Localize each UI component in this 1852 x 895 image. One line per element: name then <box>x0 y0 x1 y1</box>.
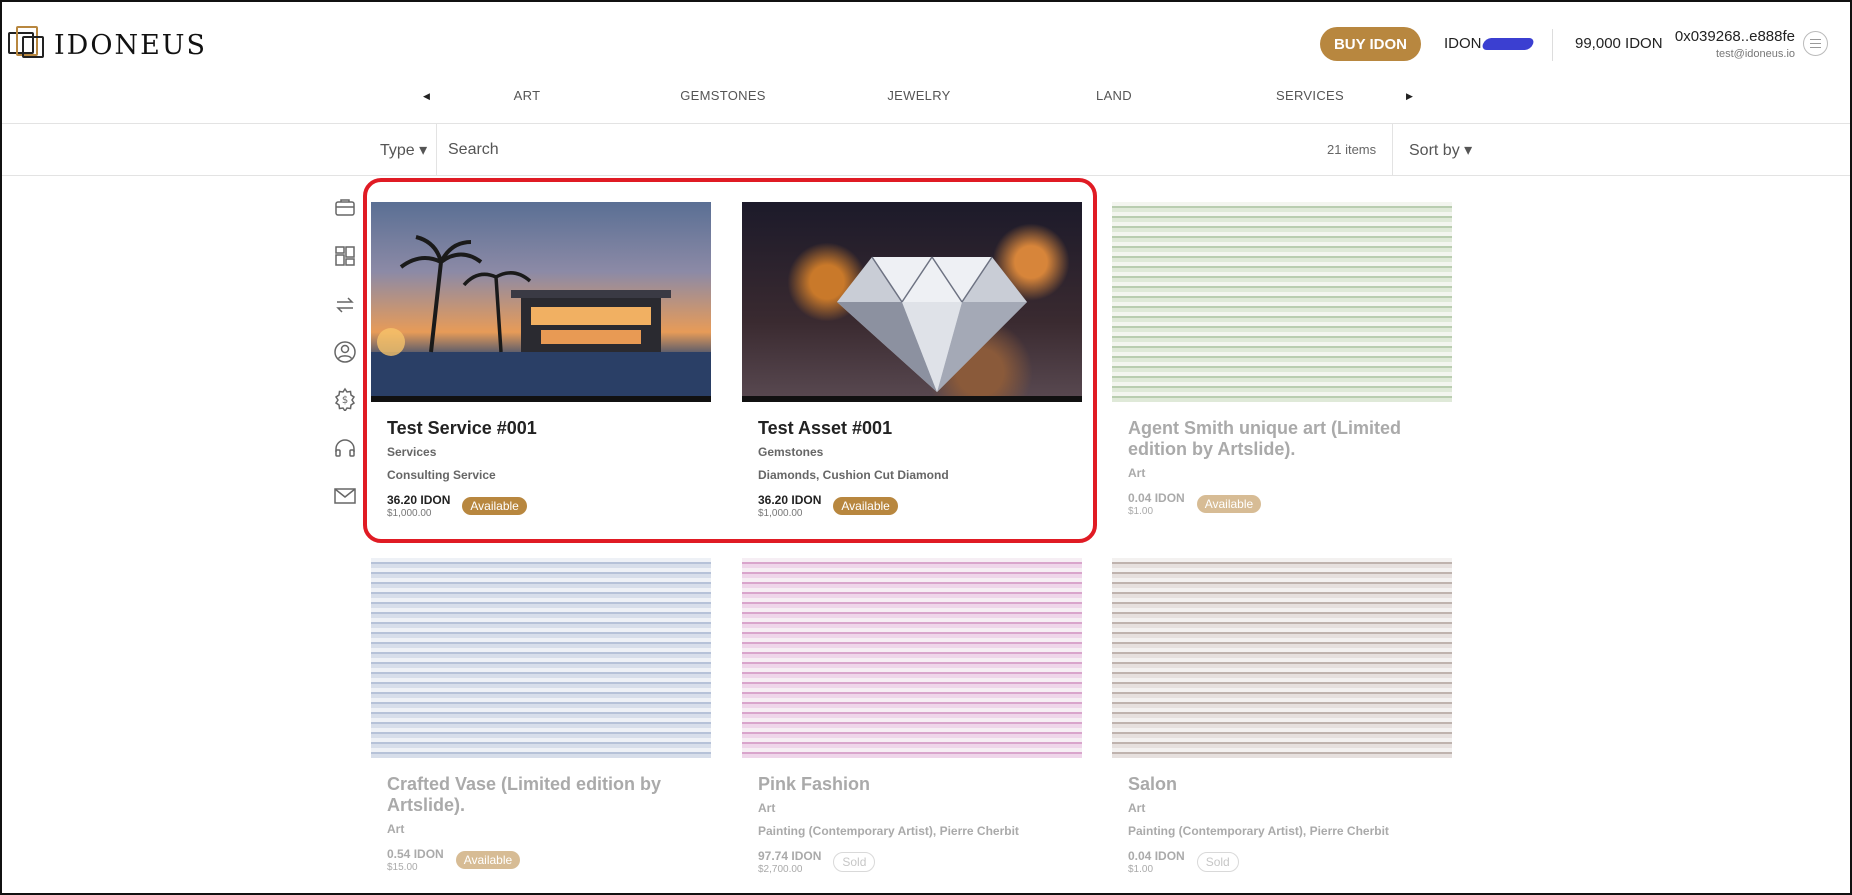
card-price: 36.20 IDON <box>758 493 822 507</box>
support-headset-icon[interactable] <box>333 436 357 460</box>
transfer-icon[interactable] <box>333 293 357 317</box>
card-usd: $1.00 <box>1128 506 1154 517</box>
asset-card[interactable]: Salon Art Painting (Contemporary Artist)… <box>1112 558 1452 875</box>
card-image <box>1112 202 1452 402</box>
asset-card[interactable]: Pink Fashion Art Painting (Contemporary … <box>742 558 1082 875</box>
card-image <box>742 202 1082 402</box>
status-badge: Available <box>1196 494 1262 513</box>
asset-card[interactable]: Test Service #001 Services Consulting Se… <box>371 202 711 519</box>
category-prev-icon[interactable]: ◀ <box>423 91 430 102</box>
search-input[interactable] <box>448 136 1308 164</box>
dashboard-icon[interactable] <box>333 244 357 268</box>
card-title: Test Asset #001 <box>758 418 893 438</box>
asset-card[interactable]: Crafted Vase (Limited edition by Artslid… <box>371 558 711 873</box>
card-price: 0.04 IDON <box>1128 491 1185 505</box>
divider <box>2 123 1850 124</box>
svg-text:$: $ <box>342 395 348 406</box>
token-label: IDON <box>1444 35 1482 52</box>
status-badge: Sold <box>1196 851 1239 872</box>
items-count: 21 items <box>1327 142 1377 157</box>
card-title: Crafted Vase (Limited edition by Artslid… <box>387 774 662 815</box>
briefcase-icon[interactable] <box>333 195 357 219</box>
asset-card[interactable]: Test Asset #001 Gemstones Diamonds, Cush… <box>742 202 1082 519</box>
category-art[interactable]: ART <box>514 88 541 103</box>
token-selector[interactable]: IDON <box>1444 35 1535 52</box>
card-subtitle: Painting (Contemporary Artist), Pierre C… <box>1128 824 1389 838</box>
card-category: Art <box>1128 466 1146 480</box>
status-badge: Available <box>833 496 898 515</box>
redaction-scribble <box>1480 37 1535 50</box>
profile-icon[interactable] <box>333 340 357 364</box>
card-usd: $1.00 <box>1128 864 1154 875</box>
user-email: test@idoneus.io <box>1715 48 1795 60</box>
brand-name: IDONEUS <box>54 29 208 61</box>
settings-dollar-icon[interactable]: $ <box>333 387 357 413</box>
status-badge: Available <box>462 496 527 515</box>
card-subtitle: Consulting Service <box>387 468 496 482</box>
category-jewelry[interactable]: JEWELRY <box>887 88 950 103</box>
card-image <box>371 202 711 402</box>
divider <box>2 175 1850 176</box>
card-price: 97.74 IDON <box>758 849 822 863</box>
asset-card[interactable]: Agent Smith unique art (Limited edition … <box>1112 202 1452 517</box>
card-usd: $15.00 <box>387 862 418 873</box>
card-subtitle: Diamonds, Cushion Cut Diamond <box>758 468 949 482</box>
category-gemstones[interactable]: GEMSTONES <box>680 88 766 103</box>
card-usd: $2,700.00 <box>758 864 803 875</box>
card-category: Art <box>758 801 776 815</box>
card-category: Art <box>1128 801 1146 815</box>
wallet-address: 0x039268..e888fe <box>1674 28 1795 45</box>
sort-dropdown[interactable]: Sort by ▾ <box>1409 140 1472 160</box>
card-category: Gemstones <box>758 445 824 459</box>
type-dropdown[interactable]: Type ▾ <box>380 140 427 160</box>
logo[interactable]: IDONEUS <box>8 26 207 64</box>
card-image <box>371 558 711 758</box>
card-subtitle: Painting (Contemporary Artist), Pierre C… <box>758 824 1019 838</box>
wallet-info[interactable]: 0x039268..e888fe test@idoneus.io <box>1675 28 1795 60</box>
card-image <box>742 558 1082 758</box>
card-title: Salon <box>1128 774 1178 794</box>
category-services[interactable]: SERVICES <box>1276 88 1344 103</box>
card-image <box>1112 558 1452 758</box>
filter-divider <box>1392 124 1393 176</box>
card-usd: $1,000.00 <box>387 508 432 519</box>
card-category: Art <box>387 822 405 836</box>
idoneus-logo-icon <box>8 26 46 64</box>
card-price: 0.04 IDON <box>1128 849 1185 863</box>
category-next-icon[interactable]: ▶ <box>1406 91 1413 102</box>
card-price: 36.20 IDON <box>387 493 451 507</box>
buy-idon-button[interactable]: BUY IDON <box>1320 27 1421 61</box>
card-title: Agent Smith unique art (Limited edition … <box>1128 418 1401 459</box>
menu-icon[interactable] <box>1803 31 1828 56</box>
status-badge: Sold <box>833 851 876 872</box>
status-badge: Available <box>455 850 521 869</box>
category-land[interactable]: LAND <box>1096 88 1132 103</box>
mail-icon[interactable] <box>333 484 357 508</box>
balance: 99,000 IDON <box>1575 35 1663 52</box>
card-title: Test Service #001 <box>387 418 537 438</box>
card-usd: $1,000.00 <box>758 508 803 519</box>
card-title: Pink Fashion <box>758 774 871 794</box>
card-price: 0.54 IDON <box>387 847 444 861</box>
header-divider <box>1552 29 1553 61</box>
card-category: Services <box>387 445 437 459</box>
filter-divider <box>436 124 437 176</box>
